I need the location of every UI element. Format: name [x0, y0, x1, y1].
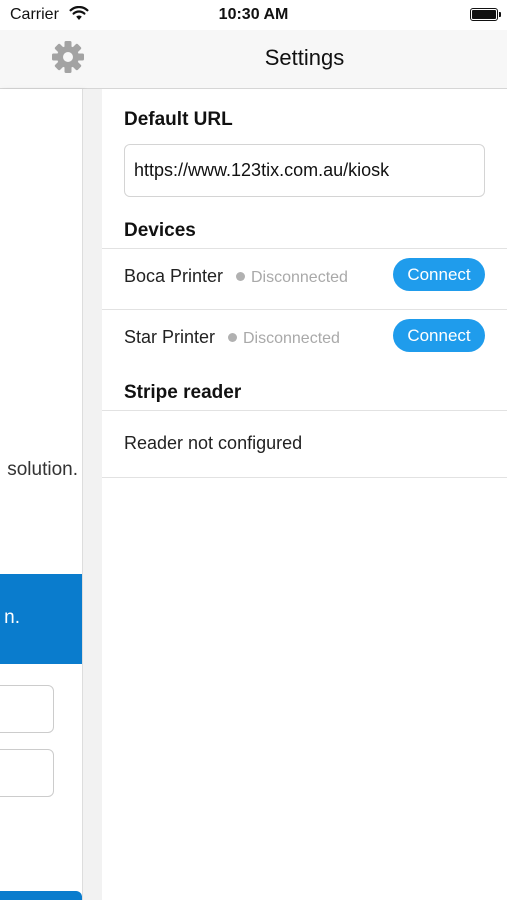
status-bar: Carrier 10:30 AM	[0, 0, 507, 30]
connect-button-star[interactable]: Connect	[393, 319, 485, 352]
background-text: solution.	[7, 459, 78, 480]
settings-panel: Default URL Devices Boca Printer Disconn…	[102, 89, 507, 900]
background-button[interactable]	[0, 891, 82, 900]
page-title: Settings	[264, 45, 345, 70]
navigation-bar: Settings	[0, 30, 507, 89]
connect-button-boca[interactable]: Connect	[393, 258, 485, 291]
background-input-1[interactable]	[0, 685, 54, 733]
default-url-heading: Default URL	[124, 109, 233, 130]
default-url-input[interactable]	[124, 144, 485, 197]
background-banner: n.	[0, 574, 82, 664]
device-row-star: Star Printer Disconnected Connect	[102, 309, 507, 370]
gear-icon[interactable]	[50, 39, 86, 75]
status-dot-icon	[236, 272, 245, 281]
panel-divider	[83, 89, 102, 900]
background-page: solution. n.	[0, 89, 83, 900]
background-input-2[interactable]	[0, 749, 54, 797]
background-banner-text: n.	[4, 607, 20, 628]
status-dot-icon	[228, 333, 237, 342]
device-status: Disconnected	[236, 269, 348, 287]
stripe-reader-status: Reader not configured	[124, 433, 303, 453]
stripe-reader-row: Reader not configured	[102, 410, 507, 478]
battery-icon	[470, 8, 501, 21]
devices-heading: Devices	[124, 220, 196, 241]
clock: 10:30 AM	[218, 6, 289, 23]
device-status: Disconnected	[228, 330, 340, 348]
stripe-reader-heading: Stripe reader	[124, 382, 242, 403]
device-name: Boca Printer	[124, 266, 224, 286]
device-status-label: Disconnected	[251, 269, 348, 286]
device-name: Star Printer	[124, 327, 216, 347]
device-status-label: Disconnected	[243, 330, 340, 347]
device-row-boca: Boca Printer Disconnected Connect	[102, 248, 507, 309]
